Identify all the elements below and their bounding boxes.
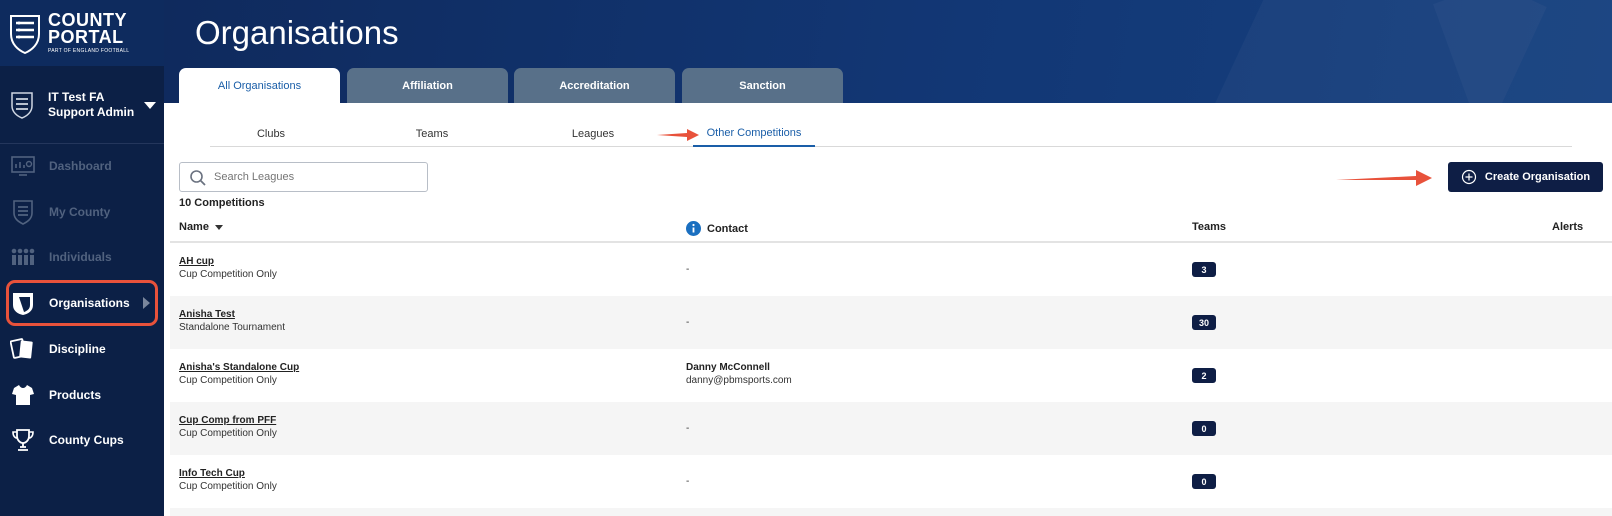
page-title: Organisations <box>195 14 399 51</box>
sidebar: COUNTY PORTAL PART OF ENGLAND FOOTBALL I… <box>0 0 164 516</box>
column-header-label: Contact <box>707 222 748 235</box>
tab-accreditation[interactable]: Accreditation <box>514 68 675 103</box>
contact-value: - <box>686 264 690 275</box>
search-input[interactable] <box>179 162 428 192</box>
chevron-down-icon[interactable] <box>144 102 156 109</box>
competition-name-link[interactable]: Anisha's Standalone Cup <box>179 362 299 373</box>
competition-type: Standalone Tournament <box>179 322 286 333</box>
tab-sanction[interactable]: Sanction <box>682 68 843 103</box>
annotation-highlight-box <box>6 280 158 326</box>
tab-affiliation[interactable]: Affiliation <box>347 68 508 103</box>
competition-name-link[interactable]: Anisha Test <box>179 309 235 320</box>
teams-count-badge: 2 <box>1192 368 1216 383</box>
competition-type: Cup Competition Only <box>179 375 277 386</box>
sidebar-item-products[interactable]: Products <box>0 373 164 417</box>
column-header-label: Name <box>179 221 209 233</box>
user-switcher[interactable]: IT Test FA Support Admin <box>0 66 164 144</box>
competition-name-link[interactable]: Info Tech Cup <box>179 468 245 479</box>
contact-value: - <box>686 423 690 434</box>
competition-name-link[interactable]: Cup Comp from PFF <box>179 415 276 426</box>
subtab-other-competitions[interactable]: Other Competitions <box>693 121 815 147</box>
sidebar-item-label: County Cups <box>49 433 124 447</box>
contact-email: danny@pbmsports.com <box>686 375 792 386</box>
table-row: Info Tech Cup Cup Competition Only - 0 <box>170 455 1612 508</box>
column-header-alerts: Alerts <box>1552 221 1583 233</box>
competition-type: Cup Competition Only <box>179 269 277 280</box>
user-role: Support Admin <box>48 104 135 119</box>
sidebar-item-dashboard[interactable]: Dashboard <box>0 144 164 188</box>
tab-all-organisations[interactable]: All Organisations <box>179 68 340 103</box>
column-header-teams: Teams <box>1192 221 1226 233</box>
county-portal-logo[interactable]: COUNTY PORTAL PART OF ENGLAND FOOTBALL <box>0 0 164 66</box>
column-header-label: Teams <box>1192 221 1227 233</box>
dashboard-icon <box>10 153 36 179</box>
competition-type: Cup Competition Only <box>179 428 277 439</box>
sidebar-item-label: Products <box>49 388 102 402</box>
user-info: IT Test FA Support Admin <box>48 90 134 120</box>
sidebar-item-county-cups[interactable]: County Cups <box>0 418 164 462</box>
teams-count-badge: 0 <box>1192 421 1216 436</box>
sidebar-item-discipline[interactable]: Discipline <box>0 327 164 371</box>
column-header-label: Alerts <box>1552 221 1584 233</box>
sidebar-item-label: Individuals <box>49 250 112 264</box>
sort-down-icon <box>214 224 223 230</box>
info-icon[interactable] <box>686 221 701 236</box>
annotation-arrow-icon <box>1336 170 1432 186</box>
cards-icon <box>10 336 36 362</box>
table-row: Cup Comp from PFF Cup Competition Only -… <box>170 402 1612 455</box>
contact-value: - <box>686 317 690 328</box>
user-org: IT Test FA <box>48 89 105 104</box>
subtab-teams[interactable]: Teams <box>371 121 493 147</box>
subtab-clubs[interactable]: Clubs <box>210 121 332 147</box>
create-organisation-button[interactable]: Create Organisation <box>1448 162 1603 192</box>
column-header-contact: Contact <box>686 221 748 236</box>
table-row <box>170 508 1612 516</box>
sidebar-item-individuals[interactable]: Individuals <box>0 235 164 279</box>
subtab-leagues[interactable]: Leagues <box>532 121 654 147</box>
logo-text: COUNTY PORTAL PART OF ENGLAND FOOTBALL <box>48 11 130 54</box>
sidebar-item-label: Dashboard <box>49 159 112 173</box>
table-row: AH cup Cup Competition Only - 3 <box>170 243 1612 296</box>
logo-line-2: PORTAL <box>48 27 124 47</box>
teams-count-badge: 0 <box>1192 474 1216 489</box>
search-field[interactable] <box>214 171 414 183</box>
competition-count: 10 Competitions <box>179 197 265 209</box>
trophy-icon <box>10 427 36 453</box>
sidebar-item-label: Discipline <box>49 342 106 356</box>
table-row: Anisha's Standalone Cup Cup Competition … <box>170 349 1612 402</box>
contact-value: - <box>686 476 690 487</box>
sidebar-item-my-county[interactable]: My County <box>0 190 164 234</box>
table-row: Anisha Test Standalone Tournament - 30 <box>170 296 1612 349</box>
teams-count-badge: 3 <box>1192 262 1216 277</box>
teams-count-badge: 30 <box>1192 315 1216 330</box>
create-organisation-label: Create Organisation <box>1484 171 1591 183</box>
search-icon <box>190 170 206 186</box>
shirt-icon <box>10 382 36 408</box>
plus-circle-icon <box>1461 169 1477 185</box>
contact-name: Danny McConnell <box>686 362 770 373</box>
competition-type: Cup Competition Only <box>179 481 277 492</box>
competition-name-link[interactable]: AH cup <box>179 256 214 267</box>
page-header: Organisations All Organisations Affiliat… <box>164 0 1612 103</box>
three-lions-crest-icon <box>10 15 40 54</box>
people-icon <box>10 244 36 270</box>
sub-tabs: Clubs Teams Leagues Other Competitions <box>210 121 1572 147</box>
annotation-arrow-icon <box>657 129 699 141</box>
crest-icon <box>10 199 36 225</box>
user-crest-icon <box>11 91 33 119</box>
logo-tagline: PART OF ENGLAND FOOTBALL <box>48 48 130 54</box>
column-header-name[interactable]: Name <box>179 221 223 233</box>
sidebar-item-label: My County <box>49 205 111 219</box>
